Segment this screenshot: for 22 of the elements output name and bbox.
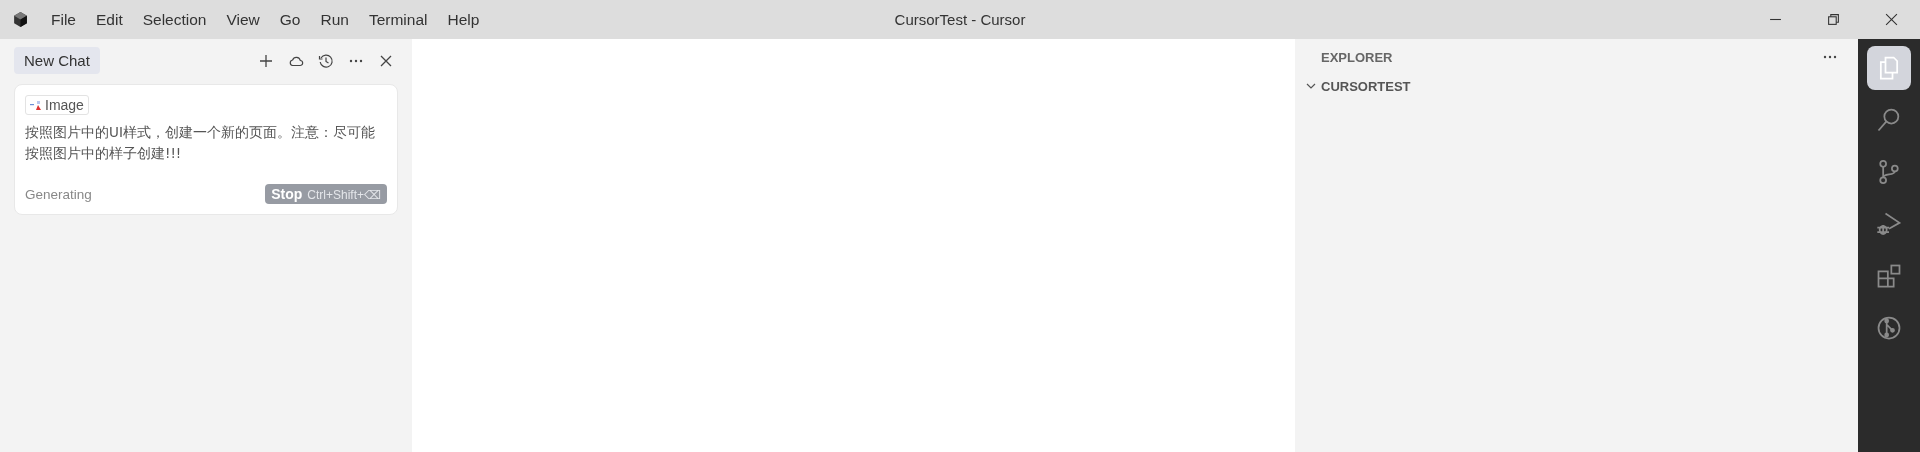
menu-item[interactable]: File bbox=[51, 10, 76, 29]
generating-status: Generating bbox=[25, 186, 92, 202]
message-text: 按照图片中的UI样式，创建一个新的页面。注意：尽可能按照图片中的样子创建!!! bbox=[25, 123, 376, 163]
menu-item[interactable]: Selection bbox=[142, 10, 207, 29]
history-icon[interactable] bbox=[318, 52, 334, 69]
menu-item[interactable]: View bbox=[226, 10, 260, 29]
menu-item[interactable]: Go bbox=[279, 10, 301, 29]
image-attachment[interactable]: Image bbox=[25, 95, 89, 115]
window-title: CursorTest - Cursor bbox=[894, 11, 1026, 28]
image-icon bbox=[30, 99, 42, 111]
menu-item[interactable]: Run bbox=[320, 10, 349, 29]
files-icon[interactable] bbox=[1867, 46, 1911, 90]
chat-tab[interactable]: New Chat bbox=[14, 47, 100, 74]
explorer-title: EXPLORER bbox=[1321, 49, 1393, 65]
restore-icon bbox=[1826, 13, 1840, 26]
menu-item[interactable]: Terminal bbox=[368, 10, 428, 29]
menu-item[interactable]: Edit bbox=[96, 10, 123, 29]
close-icon bbox=[1884, 13, 1898, 26]
menu-item[interactable]: Help bbox=[447, 10, 480, 29]
plus-icon[interactable] bbox=[258, 52, 274, 69]
folder-header[interactable]: CURSORTEST bbox=[1305, 75, 1858, 97]
app-logo-icon bbox=[12, 11, 29, 28]
